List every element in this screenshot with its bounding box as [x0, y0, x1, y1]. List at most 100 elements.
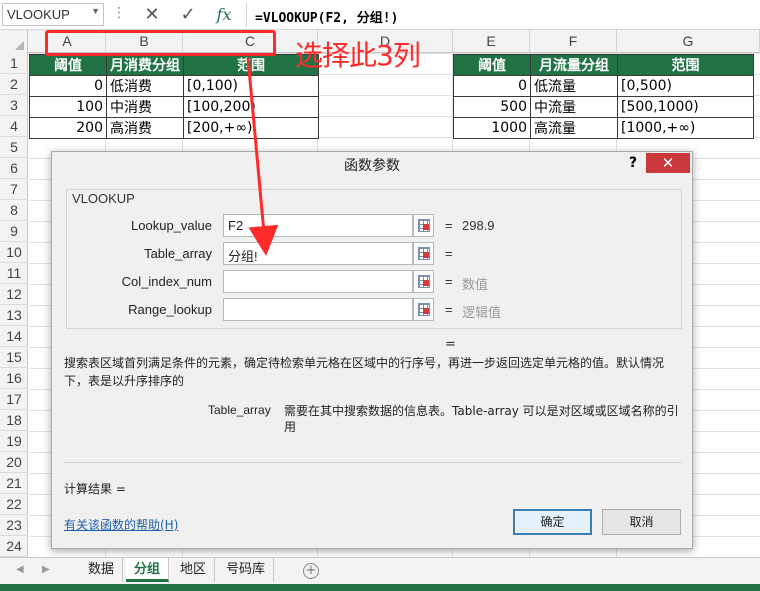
table-row: 200 高消费 [200,+∞): [29, 117, 319, 139]
row-header[interactable]: 10: [0, 242, 28, 263]
row-header[interactable]: 7: [0, 179, 28, 200]
row-header[interactable]: 11: [0, 263, 28, 284]
header-range[interactable]: 范围: [617, 54, 754, 76]
column-header-f[interactable]: F: [530, 30, 617, 53]
lookup-value-input[interactable]: F2: [223, 214, 413, 237]
insert-function-icon[interactable]: fx: [212, 3, 236, 27]
header-threshold[interactable]: 阈值: [453, 54, 531, 76]
range-lookup-hint: 逻辑值: [462, 305, 502, 320]
status-bar: [0, 584, 760, 591]
row-header[interactable]: 8: [0, 200, 28, 221]
row-header[interactable]: 2: [0, 74, 28, 95]
cell[interactable]: 高流量: [530, 117, 618, 139]
cell[interactable]: 中消费: [106, 96, 184, 118]
range-select-icon[interactable]: [413, 270, 434, 293]
cancel-entry-icon[interactable]: ✕: [140, 3, 164, 27]
cell[interactable]: 0: [29, 75, 107, 97]
cell[interactable]: 1000: [453, 117, 531, 139]
row-header[interactable]: 18: [0, 410, 28, 431]
column-header-g[interactable]: G: [617, 30, 760, 53]
row-header[interactable]: 6: [0, 158, 28, 179]
row-header[interactable]: 14: [0, 326, 28, 347]
confirm-entry-icon[interactable]: ✓: [176, 3, 200, 27]
table-array-label: Table_array: [144, 246, 212, 261]
row-header[interactable]: 16: [0, 368, 28, 389]
column-header-e[interactable]: E: [453, 30, 530, 53]
function-description: 搜索表区域首列满足条件的元素，确定待检索单元格在区域中的行序号，再进一步返回选定…: [64, 356, 665, 388]
cell[interactable]: [200,+∞): [183, 117, 319, 139]
range-select-icon[interactable]: [413, 242, 434, 265]
table-array-input[interactable]: 分组!: [223, 242, 413, 265]
formula-result-equals: =: [445, 337, 456, 352]
row-header[interactable]: 17: [0, 389, 28, 410]
function-arguments-dialog: 函数参数 ? ✕ VLOOKUP Lookup_value F2 = 298.9…: [51, 151, 693, 549]
row-header[interactable]: 22: [0, 494, 28, 515]
cell[interactable]: [0,500): [617, 75, 754, 97]
header-threshold[interactable]: 阈值: [29, 54, 107, 76]
table-row: 1000 高流量 [1000,+∞): [453, 117, 754, 139]
select-all-corner[interactable]: [0, 30, 28, 53]
row-header[interactable]: 15: [0, 347, 28, 368]
sheet-tab-number-pool[interactable]: 号码库: [218, 558, 275, 582]
add-sheet-icon[interactable]: +: [303, 563, 319, 579]
parameter-name: Table_array: [208, 403, 271, 417]
header-group[interactable]: 月消费分组: [106, 54, 184, 76]
cell[interactable]: [1000,+∞): [617, 117, 754, 139]
lookup-value-result: 298.9: [462, 218, 495, 233]
row-header[interactable]: 20: [0, 452, 28, 473]
equals-sign: =: [445, 218, 453, 233]
cell[interactable]: 低流量: [530, 75, 618, 97]
row-header[interactable]: 5: [0, 137, 28, 158]
cell[interactable]: [500,1000): [617, 96, 754, 118]
row-header[interactable]: 1: [0, 53, 28, 74]
range-select-icon[interactable]: [413, 298, 434, 321]
dialog-title: 函数参数: [344, 158, 400, 174]
row-header[interactable]: 12: [0, 284, 28, 305]
header-group[interactable]: 月流量分组: [530, 54, 618, 76]
row-header[interactable]: 9: [0, 221, 28, 242]
chevron-down-icon[interactable]: ▼: [91, 6, 100, 16]
col-index-num-input[interactable]: [223, 270, 413, 293]
table-row: 500 中流量 [500,1000): [453, 96, 754, 118]
row-header[interactable]: 24: [0, 536, 28, 557]
row-header[interactable]: 19: [0, 431, 28, 452]
row-header[interactable]: 4: [0, 116, 28, 137]
scroll-right-icon[interactable]: ▶: [42, 564, 50, 575]
sheet-tab-region[interactable]: 地区: [172, 558, 216, 582]
help-button[interactable]: ?: [624, 155, 642, 175]
function-help-link[interactable]: 有关该函数的帮助(H): [64, 516, 178, 533]
cell[interactable]: [100,200): [183, 96, 319, 118]
equals-sign: =: [445, 246, 453, 261]
sheet-tab-bar: ◀ ▶ 数据 分组 地区 号码库 +: [0, 557, 760, 584]
cell[interactable]: [0,100): [183, 75, 319, 97]
ok-button[interactable]: 确定: [513, 509, 592, 535]
consumption-group-table: 阈值 月消费分组 范围 0 低消费 [0,100) 100 中消费 [100,2…: [29, 54, 319, 139]
calculation-result: 计算结果 =: [64, 482, 126, 496]
range-select-icon[interactable]: [413, 214, 434, 237]
cell[interactable]: 100: [29, 96, 107, 118]
row-header[interactable]: 23: [0, 515, 28, 536]
row-header[interactable]: 13: [0, 305, 28, 326]
row-header[interactable]: 21: [0, 473, 28, 494]
name-box[interactable]: VLOOKUP ▼: [2, 3, 104, 26]
function-name-label: VLOOKUP: [70, 191, 137, 206]
cell[interactable]: 200: [29, 117, 107, 139]
cancel-button[interactable]: 取消: [602, 509, 681, 535]
sheet-tab-data[interactable]: 数据: [80, 558, 124, 582]
col-index-num-hint: 数值: [462, 277, 489, 292]
cell[interactable]: 高消费: [106, 117, 184, 139]
scroll-left-icon[interactable]: ◀: [16, 564, 24, 575]
cell[interactable]: 低消费: [106, 75, 184, 97]
sheet-tab-group[interactable]: 分组: [126, 558, 170, 582]
formula-bar: VLOOKUP ▼ ⋮ ✕ ✓ fx =VLOOKUP(F2, 分组!): [0, 0, 760, 30]
column-selection-highlight: [45, 30, 276, 56]
row-header[interactable]: 3: [0, 95, 28, 116]
formula-input[interactable]: =VLOOKUP(F2, 分组!): [246, 3, 758, 27]
cell[interactable]: 中流量: [530, 96, 618, 118]
name-box-value: VLOOKUP: [7, 7, 70, 22]
range-lookup-input[interactable]: [223, 298, 413, 321]
cell[interactable]: 500: [453, 96, 531, 118]
cell[interactable]: 0: [453, 75, 531, 97]
close-button[interactable]: ✕: [646, 153, 690, 173]
table-row: 0 低流量 [0,500): [453, 75, 754, 97]
